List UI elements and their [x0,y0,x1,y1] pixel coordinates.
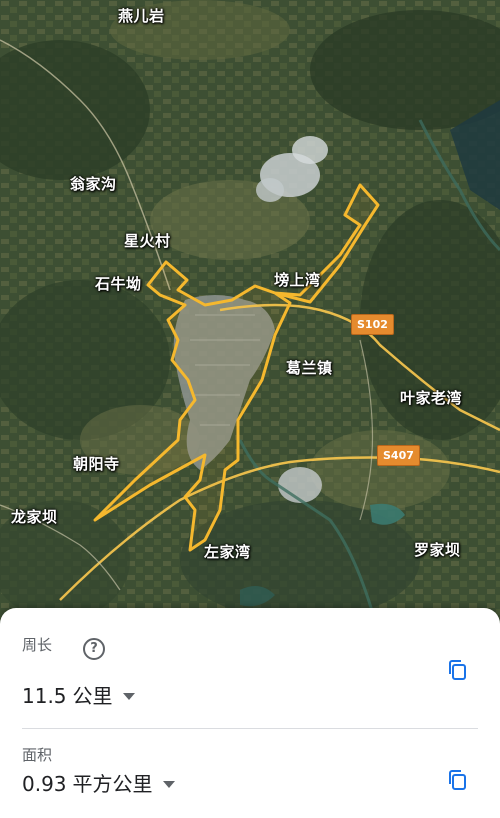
area-value: 0.93 [22,772,67,796]
perimeter-unit: 公里 [72,684,113,708]
place-label: 龙家坝 [11,508,58,526]
copy-icon[interactable] [446,768,470,792]
perimeter-label: 周长 [22,636,53,654]
perimeter-unit-dropdown[interactable]: 11.5 公里 [22,686,135,706]
dropdown-arrow-icon [162,780,175,788]
place-label: 翁家沟 [70,175,117,193]
area-label: 面积 [22,746,53,764]
place-label: 罗家坝 [414,541,461,559]
satellite-map[interactable]: 燕儿岩 翁家沟 星火村 石牛坳 塝上湾 葛兰镇 叶家老湾 朝阳寺 龙家坝 左家湾… [0,0,500,640]
dropdown-arrow-icon [122,692,135,700]
place-label: 星火村 [124,232,171,250]
place-label: 葛兰镇 [286,359,333,377]
place-label: 朝阳寺 [73,455,120,473]
area-unit-dropdown[interactable]: 0.93 平方公里 [22,774,175,794]
road-shield-s102: S102 [351,314,394,335]
copy-icon[interactable] [446,658,470,682]
perimeter-value: 11.5 [22,684,67,708]
help-circle-icon[interactable]: ? [83,638,105,660]
place-label: 塝上湾 [274,271,321,289]
place-label: 石牛坳 [95,275,142,293]
place-label: 叶家老湾 [400,389,463,407]
area-unit: 平方公里 [72,772,153,796]
place-label: 燕儿岩 [118,7,165,25]
place-label: 左家湾 [204,543,251,561]
road-shield-s407: S407 [377,445,420,466]
map-measure-screen: 燕儿岩 翁家沟 星火村 石牛坳 塝上湾 葛兰镇 叶家老湾 朝阳寺 龙家坝 左家湾… [0,0,500,818]
divider [22,728,478,729]
measurement-sheet: 周长 ? 11.5 公里 面积 0.93 平方公里 [0,608,500,818]
